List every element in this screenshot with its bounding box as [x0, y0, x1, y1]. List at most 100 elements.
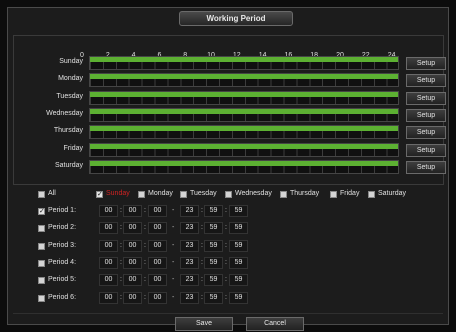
period-label: Period 2: [48, 224, 77, 232]
end-time-field[interactable]: 23 [180, 239, 199, 252]
day-checkbox[interactable]: ✓ [96, 191, 103, 198]
period-checkbox[interactable] [38, 242, 45, 250]
day-checkbox[interactable] [225, 191, 232, 198]
time-separator: : [144, 293, 146, 301]
day-schedule-track[interactable] [89, 73, 399, 88]
time-separator: : [225, 224, 227, 232]
time-separator: : [225, 241, 227, 249]
day-checkbox-label: Thursday [290, 190, 320, 197]
setup-button[interactable]: Setup [406, 126, 446, 140]
period-checkbox[interactable]: ✓ [38, 208, 45, 215]
start-time-field[interactable]: 00 [123, 291, 142, 304]
day-checkbox[interactable] [280, 191, 287, 198]
start-time-field[interactable]: 00 [148, 256, 167, 269]
day-schedule-track[interactable] [89, 107, 399, 122]
time-separator: : [144, 241, 146, 249]
setup-button[interactable]: Setup [406, 91, 446, 105]
end-time-field[interactable]: 23 [180, 274, 199, 287]
end-time-field[interactable]: 59 [229, 205, 248, 217]
end-time-field[interactable]: 59 [229, 222, 248, 235]
start-time-field[interactable]: 00 [99, 205, 118, 217]
range-separator: - [172, 293, 175, 301]
period-label: Period 3: [48, 241, 77, 249]
start-time-field[interactable]: 00 [99, 222, 118, 235]
end-time-field[interactable]: 59 [229, 256, 248, 269]
day-label: Saturday [54, 161, 83, 169]
end-time-field[interactable]: 23 [180, 205, 199, 217]
time-separator: : [120, 258, 122, 266]
day-schedule-track[interactable] [89, 125, 399, 140]
time-separator: : [120, 241, 122, 249]
footer-divider [13, 313, 443, 314]
period-checkbox[interactable] [38, 225, 45, 233]
end-time-field[interactable]: 59 [229, 274, 248, 287]
setup-button[interactable]: Setup [406, 57, 446, 70]
day-schedule-track[interactable] [89, 142, 399, 157]
start-time-field[interactable]: 00 [99, 256, 118, 269]
schedule-grid [90, 165, 398, 173]
end-time-field[interactable]: 59 [204, 205, 223, 217]
period-checkbox[interactable] [38, 294, 45, 302]
start-time-field[interactable]: 00 [123, 274, 142, 287]
end-time-field[interactable]: 23 [180, 291, 199, 304]
working-period-dialog: Working Period 024681012141618202224 Sun… [7, 7, 449, 331]
time-separator: : [144, 258, 146, 266]
period-label: Period 6: [48, 293, 77, 301]
time-separator: : [225, 258, 227, 266]
day-checkbox[interactable] [330, 191, 337, 198]
day-label: Monday [58, 75, 83, 83]
start-time-field[interactable]: 00 [148, 239, 167, 252]
end-time-field[interactable]: 59 [229, 239, 248, 252]
day-label: Tuesday [56, 92, 83, 100]
day-checkbox[interactable] [368, 191, 375, 198]
day-checkbox-label: Tuesday [190, 190, 217, 197]
start-time-field[interactable]: 00 [99, 274, 118, 287]
time-separator: : [201, 293, 203, 301]
end-time-field[interactable]: 59 [204, 291, 223, 304]
end-time-field[interactable]: 59 [229, 291, 248, 304]
schedule-grid [90, 148, 398, 156]
time-separator: : [201, 241, 203, 249]
time-separator: : [120, 224, 122, 232]
cancel-button[interactable]: Cancel [246, 317, 304, 331]
start-time-field[interactable]: 00 [148, 222, 167, 235]
all-days-checkbox[interactable] [38, 191, 45, 198]
time-separator: : [201, 276, 203, 284]
day-checkbox[interactable] [138, 191, 145, 198]
end-time-field[interactable]: 59 [204, 256, 223, 269]
day-checkbox[interactable] [180, 191, 187, 198]
time-separator: : [225, 293, 227, 301]
period-checkbox[interactable] [38, 277, 45, 285]
period-checkbox[interactable] [38, 259, 45, 267]
day-schedule-track[interactable] [89, 159, 399, 174]
start-time-field[interactable]: 00 [123, 205, 142, 217]
setup-button[interactable]: Setup [406, 160, 446, 174]
day-schedule-track[interactable] [89, 90, 399, 105]
end-time-field[interactable]: 59 [204, 274, 223, 287]
day-checkbox-label: Sunday [106, 190, 130, 197]
start-time-field[interactable]: 00 [123, 222, 142, 235]
setup-button[interactable]: Setup [406, 74, 446, 88]
start-time-field[interactable]: 00 [148, 274, 167, 287]
setup-button[interactable]: Setup [406, 143, 446, 157]
save-button[interactable]: Save [175, 317, 233, 331]
start-time-field[interactable]: 00 [148, 205, 167, 217]
end-time-field[interactable]: 59 [204, 239, 223, 252]
time-separator: : [201, 207, 203, 214]
all-days-label: All [48, 190, 56, 197]
start-time-field[interactable]: 00 [148, 291, 167, 304]
day-schedule-track[interactable] [89, 56, 399, 70]
end-time-field[interactable]: 59 [204, 222, 223, 235]
start-time-field[interactable]: 00 [123, 256, 142, 269]
start-time-field[interactable]: 00 [123, 239, 142, 252]
time-separator: : [144, 276, 146, 284]
setup-button[interactable]: Setup [406, 108, 446, 122]
range-separator: - [172, 207, 175, 214]
start-time-field[interactable]: 00 [99, 239, 118, 252]
schedule-grid [90, 79, 398, 87]
end-time-field[interactable]: 23 [180, 222, 199, 235]
start-time-field[interactable]: 00 [99, 291, 118, 304]
end-time-field[interactable]: 23 [180, 256, 199, 269]
day-checkbox-label: Monday [148, 190, 173, 197]
schedule-grid [90, 62, 398, 69]
